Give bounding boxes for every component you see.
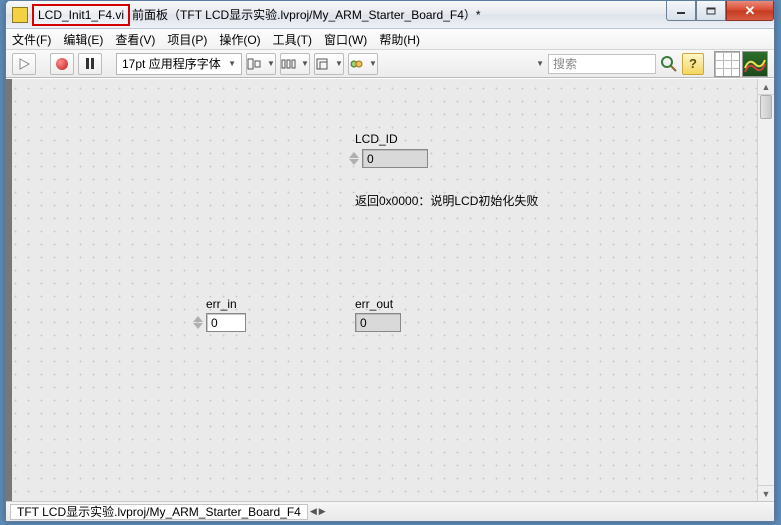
- down-arrow-icon: [193, 323, 203, 329]
- menu-operate[interactable]: 操作(O): [219, 31, 260, 48]
- menu-view[interactable]: 查看(V): [115, 31, 155, 48]
- statusbar: TFT LCD显示实验.lvproj/My_ARM_Starter_Board_…: [6, 501, 774, 521]
- search-placeholder: 搜索: [553, 55, 577, 72]
- title-highlight: LCD_Init1_F4.vi: [32, 4, 130, 26]
- toolbar: 17pt 应用程序字体 ▼ ▼ ▼ ▼ ▼ ▼ 搜索 ?: [6, 50, 774, 78]
- app-window: LCD_Init1_F4.vi 前面板（TFT LCD显示实验.lvproj/M…: [5, 0, 775, 522]
- err-out-label: err_out: [355, 297, 393, 311]
- reorder-button[interactable]: ▼: [348, 53, 378, 75]
- scroll-up-icon[interactable]: ▲: [758, 79, 774, 95]
- connector-pane-icon[interactable]: [714, 51, 740, 77]
- menu-window[interactable]: 窗口(W): [324, 31, 367, 48]
- front-panel-area: LCD_ID 0 返回0x0000：说明LCD初始化失败 err_in 0 er…: [6, 79, 774, 501]
- font-selector[interactable]: 17pt 应用程序字体 ▼: [116, 53, 242, 75]
- scroll-down-icon[interactable]: ▼: [758, 485, 774, 501]
- record-icon: [56, 58, 68, 70]
- up-arrow-icon: [193, 316, 203, 322]
- menu-project[interactable]: 项目(P): [167, 31, 207, 48]
- menubar: 文件(F) 编辑(E) 查看(V) 项目(P) 操作(O) 工具(T) 窗口(W…: [6, 29, 774, 50]
- search-input[interactable]: 搜索: [548, 54, 656, 74]
- lcd-id-spinner[interactable]: [349, 152, 361, 165]
- chevron-down-icon: ▼: [301, 59, 309, 68]
- err-in-label: err_in: [206, 297, 237, 311]
- down-arrow-icon: [349, 159, 359, 165]
- abort-button[interactable]: [50, 53, 74, 75]
- minimize-button[interactable]: [666, 1, 696, 21]
- menu-edit[interactable]: 编辑(E): [63, 31, 103, 48]
- distribute-button[interactable]: ▼: [280, 53, 310, 75]
- app-icon: [12, 7, 28, 23]
- lcd-note-label: 返回0x0000：说明LCD初始化失败: [355, 192, 538, 209]
- err-in-spinner[interactable]: [193, 316, 205, 329]
- menu-tools[interactable]: 工具(T): [273, 31, 312, 48]
- right-arrow-icon[interactable]: ▶: [319, 506, 326, 517]
- project-path[interactable]: TFT LCD显示实验.lvproj/My_ARM_Starter_Board_…: [10, 504, 308, 520]
- search-icon[interactable]: [660, 55, 678, 73]
- front-panel-canvas[interactable]: LCD_ID 0 返回0x0000：说明LCD初始化失败 err_in 0 er…: [6, 79, 774, 501]
- err-in-control[interactable]: 0: [206, 313, 246, 332]
- menu-file[interactable]: 文件(F): [12, 31, 51, 48]
- lcd-id-indicator[interactable]: 0: [362, 149, 428, 168]
- title-rest: 前面板（TFT LCD显示实验.lvproj/My_ARM_Starter_Bo…: [132, 6, 481, 23]
- context-help-button[interactable]: ?: [682, 53, 704, 75]
- chevron-down-icon: ▼: [335, 59, 343, 68]
- err-out-indicator[interactable]: 0: [355, 313, 401, 332]
- pause-icon: [86, 58, 94, 69]
- close-button[interactable]: ✕: [726, 1, 774, 21]
- chevron-down-icon: ▼: [369, 59, 377, 68]
- search-dd-icon[interactable]: ▼: [536, 59, 544, 68]
- align-button[interactable]: ▼: [246, 53, 276, 75]
- chevron-down-icon: ▼: [267, 59, 275, 68]
- chevron-down-icon: ▼: [228, 59, 236, 68]
- run-button[interactable]: [12, 53, 36, 75]
- canvas-edge: [6, 79, 12, 501]
- vertical-scrollbar[interactable]: ▲ ▼: [757, 79, 774, 501]
- vi-icon[interactable]: [742, 51, 768, 77]
- pause-button[interactable]: [78, 53, 102, 75]
- lcd-id-label: LCD_ID: [355, 132, 398, 146]
- titlebar[interactable]: LCD_Init1_F4.vi 前面板（TFT LCD显示实验.lvproj/M…: [6, 1, 774, 29]
- menu-help[interactable]: 帮助(H): [379, 31, 420, 48]
- left-arrow-icon[interactable]: ◀: [310, 506, 317, 517]
- resize-button[interactable]: ▼: [314, 53, 344, 75]
- scroll-thumb[interactable]: [760, 95, 772, 119]
- maximize-button[interactable]: [696, 1, 726, 21]
- font-label: 17pt 应用程序字体: [122, 55, 221, 72]
- up-arrow-icon: [349, 152, 359, 158]
